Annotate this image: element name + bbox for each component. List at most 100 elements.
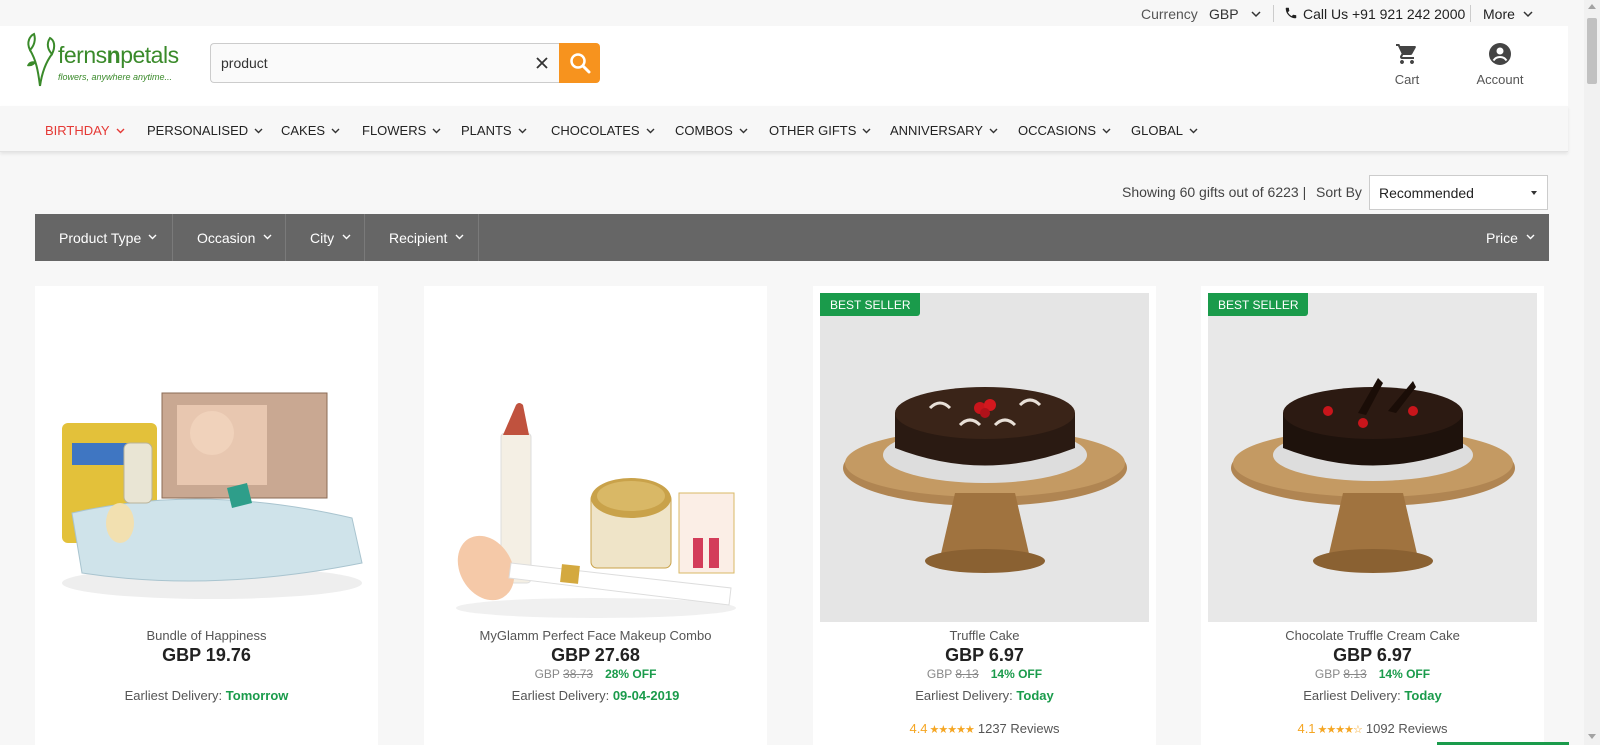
currency-selector[interactable]: GBP [1209,6,1239,22]
original-price: GBP 38.73 28% OFF [534,667,657,681]
chevron-down-icon [116,122,125,137]
filter-product-type[interactable]: Product Type [35,214,173,261]
sort-dropdown[interactable]: Recommended [1369,175,1548,210]
close-icon[interactable] [533,54,551,72]
chevron-down-icon [455,234,464,240]
cart-label: Cart [1394,72,1420,87]
cart-icon [1396,44,1416,64]
logo-wordmark: fernsnpetals [58,42,179,68]
chevron-down-icon[interactable] [1523,6,1533,22]
nav-plants[interactable]: PLANTS [461,122,527,138]
filter-label: Price [1486,230,1518,246]
best-seller-badge: BEST SELLER [820,293,921,316]
nav-global[interactable]: GLOBAL [1131,122,1198,138]
chevron-down-icon [646,122,655,137]
call-us-link[interactable]: Call Us +91 921 242 2000 [1303,6,1465,22]
chevron-down-icon [1526,234,1535,240]
chevron-down-icon [342,234,351,240]
product-price: GBP 27.68 [551,645,640,665]
page-scrollbar[interactable] [1584,0,1600,745]
scroll-down-arrow-icon[interactable] [1588,734,1596,739]
caret-down-icon [1531,191,1537,195]
nav-personalised[interactable]: PERSONALISED [147,122,263,138]
chevron-down-icon [1189,122,1198,137]
cart-button[interactable]: Cart [1392,42,1422,87]
nav-anniversary[interactable]: ANNIVERSARY [890,122,998,138]
chevron-down-icon [263,234,272,240]
nav-chocolates[interactable]: CHOCOLATES [551,122,655,138]
product-image-chocolate-truffle-cream-cake[interactable] [1208,293,1537,622]
rating-reviews[interactable]: 4.1 ★★★★☆ 1092 Reviews [1201,721,1544,736]
chevron-down-icon[interactable] [1251,6,1261,22]
product-image-baby-hamper[interactable] [42,293,371,622]
account-label: Account [1476,72,1524,87]
filter-price[interactable]: Price [1471,214,1549,261]
account-icon [1489,43,1511,65]
discount-badge: 14% OFF [1378,667,1431,681]
phone-icon [1284,6,1298,23]
star-rating-icon: ★★★★★ [929,724,975,736]
product-image-truffle-cake[interactable] [820,293,1149,622]
filter-recipient[interactable]: Recipient [365,214,479,261]
discount-badge: 14% OFF [990,667,1043,681]
search-box [210,43,560,83]
original-price: GBP 8.13 14% OFF [926,667,1043,681]
logo-leaf-icon [27,32,56,87]
sort-label: Sort By [1316,184,1362,200]
nav-combos[interactable]: COMBOS [675,122,748,138]
product-name[interactable]: Bundle of Happiness [35,628,378,643]
filter-occasion[interactable]: Occasion [173,214,286,261]
product-price: GBP 6.97 [1333,645,1412,665]
original-price: GBP 8.13 14% OFF [1314,667,1431,681]
rating-reviews[interactable]: 4.4 ★★★★★ 1237 Reviews [813,721,1156,736]
earliest-delivery: Earliest Delivery: 09-04-2019 [511,688,680,703]
nav-cakes[interactable]: CAKES [281,122,340,138]
filter-label: City [310,230,335,246]
filter-label: Product Type [59,230,142,246]
filter-bar: Product Type Occasion City Recipient Pri… [35,214,1549,261]
chevron-down-icon [432,122,441,137]
chevron-down-icon [331,122,340,137]
scrollbar-thumb[interactable] [1587,18,1597,84]
product-card[interactable]: BEST SELLER Truffle Cake GBP 6.97 GBP 8.… [813,286,1156,745]
results-count: Showing 60 gifts out of 6223 | [1122,184,1307,200]
logo-tagline: flowers, anywhere anytime... [58,72,173,82]
chevron-down-icon [989,122,998,137]
product-card[interactable]: Bundle of Happiness GBP 19.76 Earliest D… [35,286,378,745]
chevron-down-icon [148,234,157,240]
nav-occasions[interactable]: OCCASIONS [1018,122,1111,138]
earliest-delivery: Earliest Delivery: Tomorrow [124,688,289,703]
site-header: fernsnpetals flowers, anywhere anytime..… [0,26,1568,106]
scroll-up-arrow-icon[interactable] [1588,4,1596,9]
top-utility-bar: Currency GBP Call Us +91 921 242 2000 Mo… [0,0,1568,26]
product-image-makeup-combo[interactable] [431,293,760,622]
filter-city[interactable]: City [286,214,365,261]
product-price: GBP 6.97 [945,645,1024,665]
product-card[interactable]: BEST SELLER Chocolate Truffle Cream Cake… [1201,286,1544,745]
product-name[interactable]: Chocolate Truffle Cream Cake [1201,628,1544,643]
nav-flowers[interactable]: FLOWERS [362,122,441,138]
best-seller-badge: BEST SELLER [1208,293,1309,316]
chevron-down-icon [739,122,748,137]
nav-other-gifts[interactable]: OTHER GIFTS [769,122,871,138]
divider [1470,5,1471,22]
product-name[interactable]: MyGlamm Perfect Face Makeup Combo [424,628,767,643]
chevron-down-icon [254,122,263,137]
sort-value: Recommended [1379,185,1474,201]
product-price: GBP 19.76 [162,645,251,665]
search-input[interactable] [221,44,521,82]
more-menu[interactable]: More [1483,6,1515,22]
product-card[interactable]: MyGlamm Perfect Face Makeup Combo GBP 27… [424,286,767,745]
currency-label: Currency [1141,6,1198,22]
product-name[interactable]: Truffle Cake [813,628,1156,643]
star-rating-icon: ★★★★☆ [1317,724,1363,736]
earliest-delivery: Earliest Delivery: Today [915,688,1054,703]
account-button[interactable]: Account [1473,42,1527,87]
search-button[interactable] [559,43,600,83]
chevron-down-icon [1102,122,1111,137]
fernsnpetals-logo[interactable]: fernsnpetals flowers, anywhere anytime..… [24,30,194,90]
chevron-down-icon [862,122,871,137]
discount-badge: 28% OFF [605,667,657,681]
nav-birthday[interactable]: BIRTHDAY [45,122,125,138]
divider [1273,5,1274,22]
